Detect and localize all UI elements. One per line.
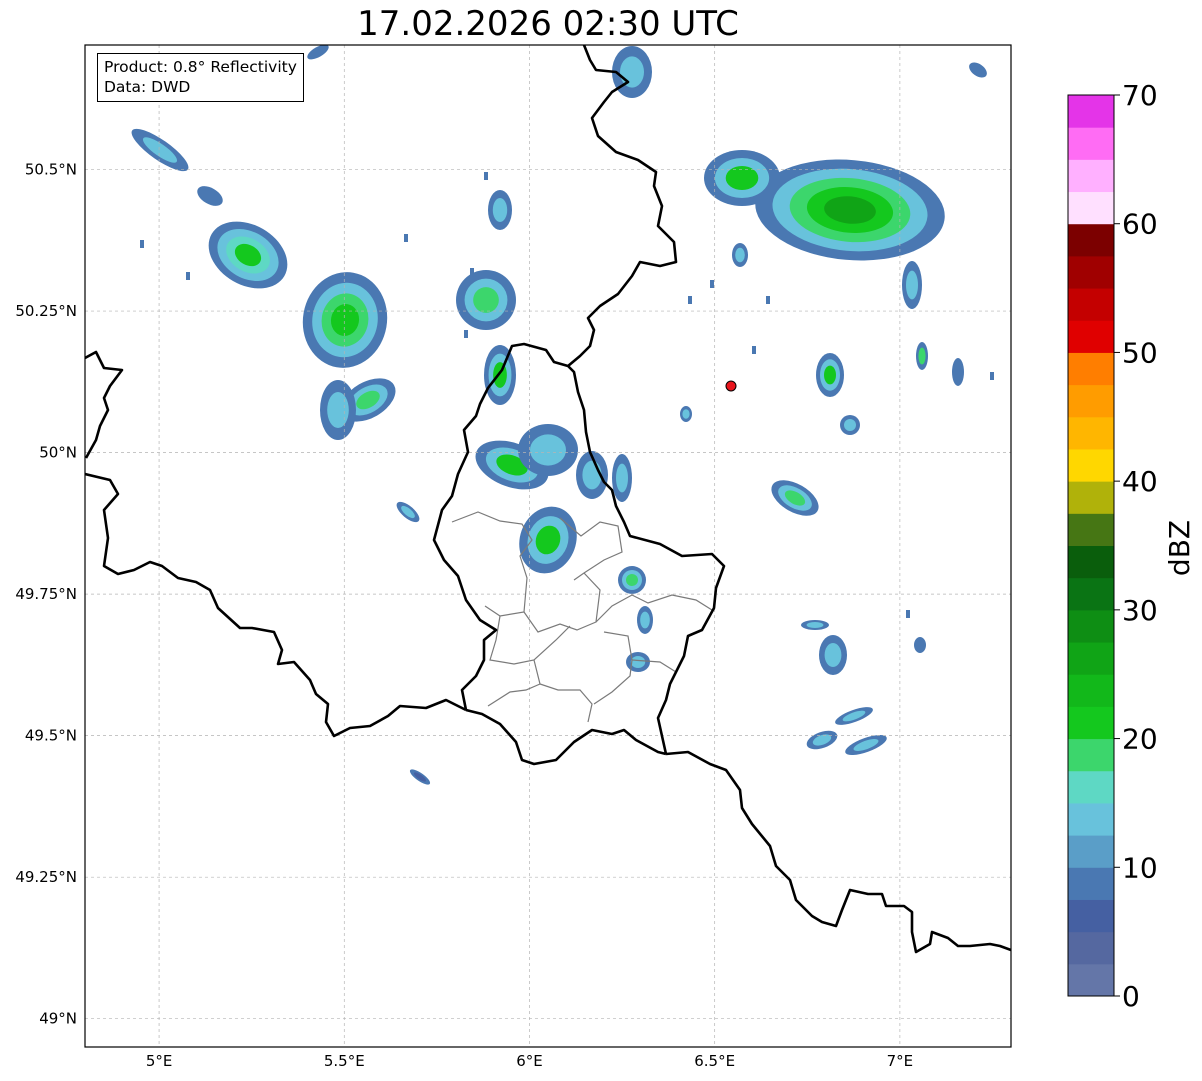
colorbar-tick-label: 30 [1122,594,1158,627]
lon-tick-label: 6°E [516,1052,543,1070]
colorbar-bins [1068,95,1114,997]
echo-cell [186,272,190,280]
colorbar-bin [1068,802,1114,836]
lat-tick-label: 50.25°N [15,302,77,320]
colorbar-bin [1068,288,1114,321]
echo-cell [824,365,836,385]
echo-cell [484,172,488,180]
colorbar-bin [1068,481,1114,514]
colorbar-bin [1068,513,1114,546]
colorbar-bin [1068,320,1114,353]
echo-cell [616,463,628,493]
colorbar-tick-label: 40 [1122,465,1158,498]
echo-cell [990,372,994,380]
product-text: Product: 0.8° Reflectivity [104,58,297,76]
lat-tick-label: 49°N [39,1010,77,1028]
lat-tick-label: 50.5°N [25,161,77,179]
colorbar-bin [1068,899,1114,933]
colorbar-bin [1068,448,1114,482]
colorbar-bin [1068,867,1114,900]
colorbar-bin [1068,674,1114,707]
echo-cell [906,610,910,618]
lon-tick-label: 7°E [887,1052,914,1070]
colorbar-bin [1068,738,1114,772]
data-source-text: Data: DWD [104,78,191,96]
lat-tick-label: 49.5°N [25,727,77,745]
echo-cell [630,656,646,668]
colorbar-bin [1068,963,1114,997]
colorbar-bin [1068,609,1114,643]
colorbar-bin [1068,95,1114,128]
colorbar-ticks: 0 10 20 30 40 50 60 70 [1114,79,1158,1013]
lat-tick-label: 49.75°N [15,585,77,603]
lon-tick-label: 5°E [146,1052,173,1070]
echo-cell [530,434,566,466]
colorbar-bin [1068,577,1114,611]
echo-cell [582,460,602,490]
echo-cell [140,240,144,248]
echo-cell [688,296,692,304]
colorbar-tick-label: 50 [1122,336,1158,369]
colorbar-bin [1068,384,1114,418]
colorbar-bin [1068,255,1114,289]
info-box: Product: 0.8° Reflectivity Data: DWD [97,53,304,102]
echo-cell [327,392,349,428]
colorbar-bin [1068,416,1114,450]
lat-tick-label: 49.25°N [15,868,77,886]
colorbar-bin [1068,706,1114,740]
radar-site-marker [725,380,737,392]
echo-cell [640,611,650,629]
colorbar-bin [1068,545,1114,579]
colorbar-label: dBZ [1163,520,1196,576]
lon-tick-label: 6.5°E [694,1052,735,1070]
echo-cell [404,234,408,242]
colorbar-bin [1068,352,1114,386]
echo-cell [464,330,468,338]
colorbar-tick-label: 10 [1122,851,1158,884]
echo-cell [752,346,756,354]
colorbar-bin [1068,127,1114,160]
echo-cell [682,409,690,419]
colorbar-bin [1068,770,1114,804]
colorbar-tick-label: 20 [1122,723,1158,756]
colorbar-bin [1068,835,1114,868]
colorbar-bin [1068,191,1114,225]
colorbar-bin [1068,931,1114,965]
map-figure: 5°E 5.5°E 6°E 6.5°E 7°E 49°N 49.25°N 49.5°N 49.7… [15,44,1196,1070]
echo-cell [906,270,918,300]
echo-cell [473,287,499,313]
echo-cell [952,358,964,386]
echo-cell [844,419,856,431]
colorbar-bin [1068,159,1114,193]
colorbar-tick-label: 60 [1122,208,1158,241]
echo-cell [918,347,926,365]
echo-cell [470,268,474,276]
colorbar-tick-label: 0 [1122,980,1140,1013]
lat-tick-label: 50°N [39,444,77,462]
echo-cell [492,198,508,222]
colorbar-bin [1068,223,1114,257]
echo-cell [626,574,638,586]
echo-cell [735,247,745,263]
colorbar-bin [1068,642,1114,675]
echo-cell [914,637,926,653]
colorbar: 0 10 20 30 40 50 60 70 dBZ [1067,79,1196,1013]
lon-tick-label: 5.5°E [324,1052,365,1070]
echo-cell [710,280,714,288]
colorbar-tick-label: 70 [1122,79,1158,112]
echo-cell [766,296,770,304]
echo-cell [620,56,644,88]
echo-cell [824,643,842,667]
echo-cell [806,622,824,628]
